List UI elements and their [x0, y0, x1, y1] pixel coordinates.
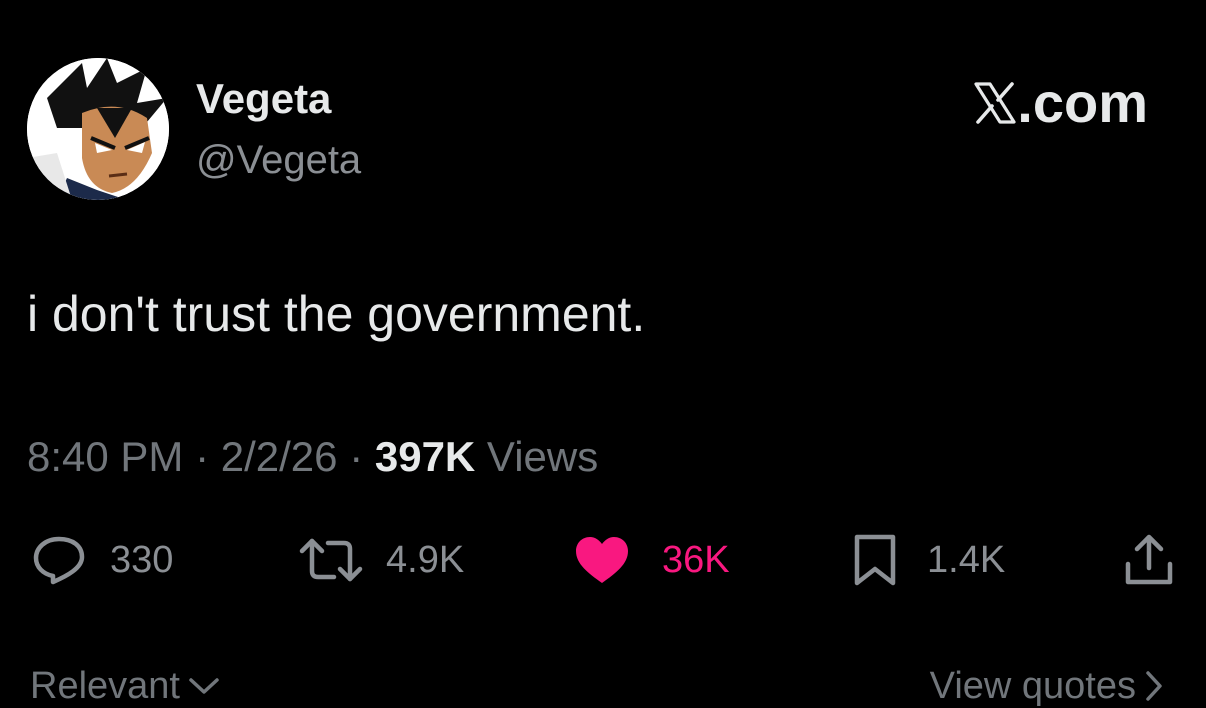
tweet-time[interactable]: 8:40 PM	[27, 433, 183, 480]
heart-icon	[576, 537, 628, 583]
tweet-date[interactable]: 2/2/26	[221, 433, 338, 480]
view-quotes-link[interactable]: View quotes	[930, 664, 1164, 708]
view-quotes-label: View quotes	[929, 665, 1136, 707]
bookmark-count: 1.4K	[927, 538, 1006, 581]
sort-dropdown[interactable]: Relevant	[30, 664, 220, 708]
like-button[interactable]: 36K	[574, 530, 730, 590]
like-count: 36K	[662, 538, 730, 581]
chevron-right-icon	[1146, 671, 1162, 701]
tweet-meta: 8:40 PM · 2/2/26 · 397K Views	[27, 432, 598, 482]
repost-icon	[299, 538, 363, 582]
sort-label: Relevant	[30, 665, 180, 707]
share-button[interactable]	[1124, 530, 1174, 590]
views-label: Views	[475, 433, 599, 480]
avatar[interactable]	[27, 58, 169, 200]
reply-icon	[33, 536, 85, 585]
chevron-down-icon	[189, 678, 219, 694]
vegeta-avatar-image	[27, 58, 169, 200]
display-name[interactable]: Vegeta	[196, 74, 331, 124]
bookmark-button[interactable]: 1.4K	[853, 530, 1005, 590]
x-logo-icon	[974, 82, 1016, 124]
views-count[interactable]: 397K	[375, 433, 475, 480]
reply-button[interactable]: 330	[32, 530, 173, 590]
repost-button[interactable]: 4.9K	[298, 530, 464, 590]
action-bar: 330 4.9K 36K 1.4K	[0, 530, 1206, 590]
meta-separator: ·	[337, 433, 375, 480]
user-handle[interactable]: @Vegeta	[196, 136, 361, 184]
brand-watermark: .com	[973, 72, 1148, 134]
meta-separator: ·	[183, 433, 221, 480]
brand-text: .com	[1017, 71, 1148, 134]
bookmark-icon	[854, 534, 896, 586]
tweet-text: i don't trust the government.	[27, 286, 646, 342]
repost-count: 4.9K	[386, 538, 465, 581]
share-icon	[1125, 534, 1173, 585]
reply-count: 330	[110, 538, 174, 581]
